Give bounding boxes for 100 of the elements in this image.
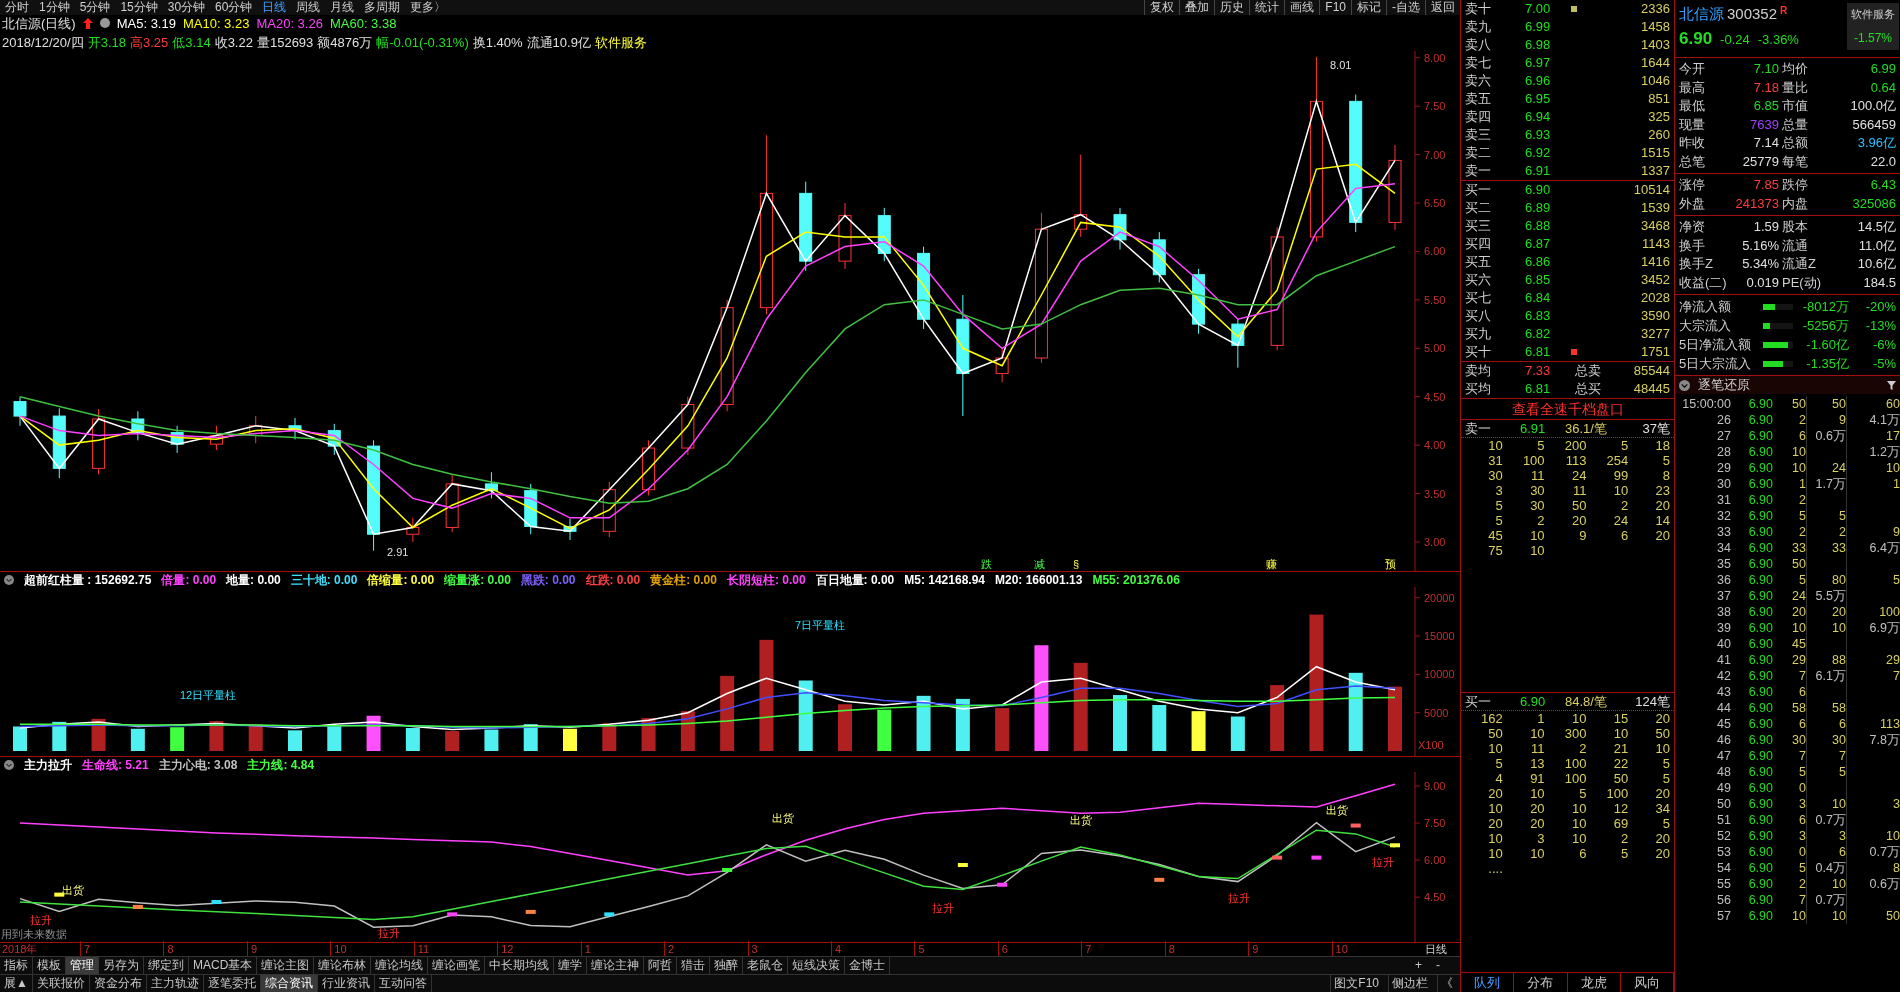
collapse-icon[interactable] — [4, 759, 14, 770]
info-tab[interactable]: 互动问答 — [374, 975, 432, 992]
candlestick — [1270, 226, 1284, 351]
chart-title: 北信源(日线) — [2, 14, 76, 33]
formula-tab[interactable]: 老鼠仓 — [743, 957, 789, 974]
tick-group-cell: 1.2万 — [1869, 445, 1900, 459]
tick-group-cell: 10 — [1886, 829, 1900, 843]
collapse-icon[interactable] — [4, 574, 14, 585]
period-tab[interactable]: 15分钟 — [115, 0, 163, 15]
queue-cell-text: 20 — [1654, 831, 1670, 846]
indicator-value: 黄金柱: 0.00 — [650, 571, 717, 589]
queue-cell-text: 10 — [1529, 726, 1545, 741]
side-tab[interactable]: 分布 — [1514, 973, 1568, 992]
queue-cell-text: 24 — [1612, 513, 1629, 528]
tick-group-cell: 7.8万 — [1869, 733, 1900, 747]
info-tab[interactable]: 展▲ — [0, 975, 33, 992]
formula-tab[interactable]: 猎击 — [677, 957, 711, 974]
toolbar-button[interactable]: -自选 — [1386, 0, 1425, 15]
stat-label: 换手Z — [1679, 255, 1714, 273]
stat-label: 收益(二) — [1679, 273, 1728, 292]
formula-tab[interactable]: MACD基本 — [189, 957, 258, 974]
period-tab[interactable]: 30分钟 — [162, 0, 211, 15]
formula-tab[interactable]: 独醉 — [710, 957, 744, 974]
info-tab[interactable]: 主力轨迹 — [146, 975, 204, 992]
formula-tab[interactable]: 缠论主图 — [257, 957, 315, 974]
tick-group-cell: 10 — [1832, 621, 1846, 635]
toolbar-button[interactable]: F10 — [1319, 0, 1351, 15]
rise-signal-label: 拉升 — [30, 914, 52, 927]
formula-tab[interactable]: 缠论均线 — [371, 957, 429, 974]
side-tab[interactable]: 风向 — [1620, 973, 1674, 992]
formula-tab[interactable]: 短线决策 — [788, 957, 846, 974]
formula-tab[interactable]: 阿哲 — [644, 957, 678, 974]
info-tab[interactable]: 资金分布 — [89, 975, 147, 992]
formula-tab[interactable]: 指标 — [0, 957, 33, 974]
toolbar-button[interactable]: 历史 — [1214, 0, 1250, 15]
side-tab[interactable]: 队列 — [1461, 973, 1515, 992]
tick-group-cell: 50 — [1832, 397, 1846, 411]
order-volume: 3590 — [1640, 307, 1670, 326]
info-tab[interactable]: 综合资讯 — [260, 975, 318, 992]
formula-tab[interactable]: 绑定到 — [144, 957, 189, 974]
period-tab[interactable]: 更多〉 — [405, 0, 452, 15]
toolbar-button[interactable]: 画线 — [1284, 0, 1320, 15]
period-tab[interactable]: 周线 — [291, 0, 326, 15]
bar-info-text: 换1.40% — [472, 34, 523, 52]
collapse-icon[interactable] — [1679, 379, 1690, 391]
info-tab[interactable]: 逐笔委托 — [203, 975, 261, 992]
period-tab[interactable]: 5分钟 — [74, 0, 116, 15]
formula-control[interactable]: + — [1415, 956, 1422, 975]
tick-group-cell: 4.1万 — [1869, 413, 1900, 427]
info-tab[interactable]: 行业资讯 — [317, 975, 375, 992]
queue-cell-text: 20 — [1654, 786, 1670, 801]
tick-group-cell: 10 — [1832, 877, 1846, 891]
toolbar-button[interactable]: 标记 — [1351, 0, 1386, 15]
toolbar-button[interactable]: 复权 — [1144, 0, 1180, 15]
side-tab[interactable]: 龙虎 — [1567, 973, 1621, 992]
period-tab[interactable]: 日线 — [257, 0, 292, 15]
full-depth-link[interactable]: 查看全速千档盘口 — [1511, 398, 1624, 420]
queue-cell-text: 50 — [1570, 498, 1587, 513]
total-label: 总卖 — [1575, 362, 1602, 381]
tick-group-cell: 60 — [1886, 397, 1900, 411]
tick-group-cell: 3 — [1839, 829, 1846, 843]
axis-label: 9.00 — [1424, 780, 1446, 793]
rise-signal-label: 拉升 — [1228, 892, 1250, 905]
toolbar-button[interactable]: 统计 — [1249, 0, 1285, 15]
year-label: 2018年 — [1, 942, 39, 958]
toolbar-button[interactable]: 返回 — [1425, 0, 1460, 15]
formula-tab[interactable]: 管理 — [66, 957, 99, 974]
panel-control[interactable]: 《 — [1437, 974, 1456, 992]
panel-control[interactable]: 图文F10 — [1330, 974, 1382, 992]
axis-label: 8.00 — [1424, 51, 1446, 64]
panel-control[interactable]: 侧边栏 — [1388, 974, 1431, 992]
stat-value: 7.10 — [1752, 60, 1779, 78]
tick-time: 39 — [1716, 620, 1731, 636]
period-tab[interactable]: 60分钟 — [210, 0, 258, 15]
info-tab[interactable]: 关联报价 — [32, 975, 90, 992]
filter-icon[interactable] — [1887, 380, 1896, 390]
tick-volume: 0 — [1798, 780, 1806, 796]
tick-group-cell: 10 — [1886, 461, 1900, 475]
period-tab[interactable]: 分时 — [0, 0, 34, 15]
formula-tab[interactable]: 另存为 — [99, 957, 144, 974]
signal-label: 预 — [1385, 558, 1396, 570]
stat-label: 每笔 — [1781, 152, 1809, 171]
formula-tab[interactable]: 金博士 — [845, 957, 891, 974]
period-tab[interactable]: 月线 — [325, 0, 360, 15]
formula-tab[interactable]: 缠论主神 — [587, 957, 645, 974]
tick-price: 6.90 — [1747, 428, 1773, 444]
flow-label: 大宗流入 — [1679, 316, 1732, 335]
formula-tab[interactable]: 缠学 — [554, 957, 588, 974]
toolbar-button[interactable]: 叠加 — [1179, 0, 1215, 15]
formula-tab[interactable]: 缠论画笔 — [428, 957, 486, 974]
period-tab[interactable]: 1分钟 — [34, 0, 75, 15]
sector-card[interactable]: 软件服务 -1.57% — [1847, 3, 1899, 50]
bar — [798, 680, 813, 752]
formula-tab[interactable]: 中长期均线 — [485, 957, 555, 974]
period-tab[interactable]: 多周期 — [359, 0, 406, 15]
tick-volume: 3 — [1798, 828, 1806, 844]
order-level-label: 卖三 — [1465, 126, 1492, 145]
queue-price: 6.90 — [1520, 692, 1547, 711]
stat-label: 流通Z — [1781, 255, 1817, 273]
formula-tab[interactable]: 缠论布林 — [314, 957, 372, 974]
